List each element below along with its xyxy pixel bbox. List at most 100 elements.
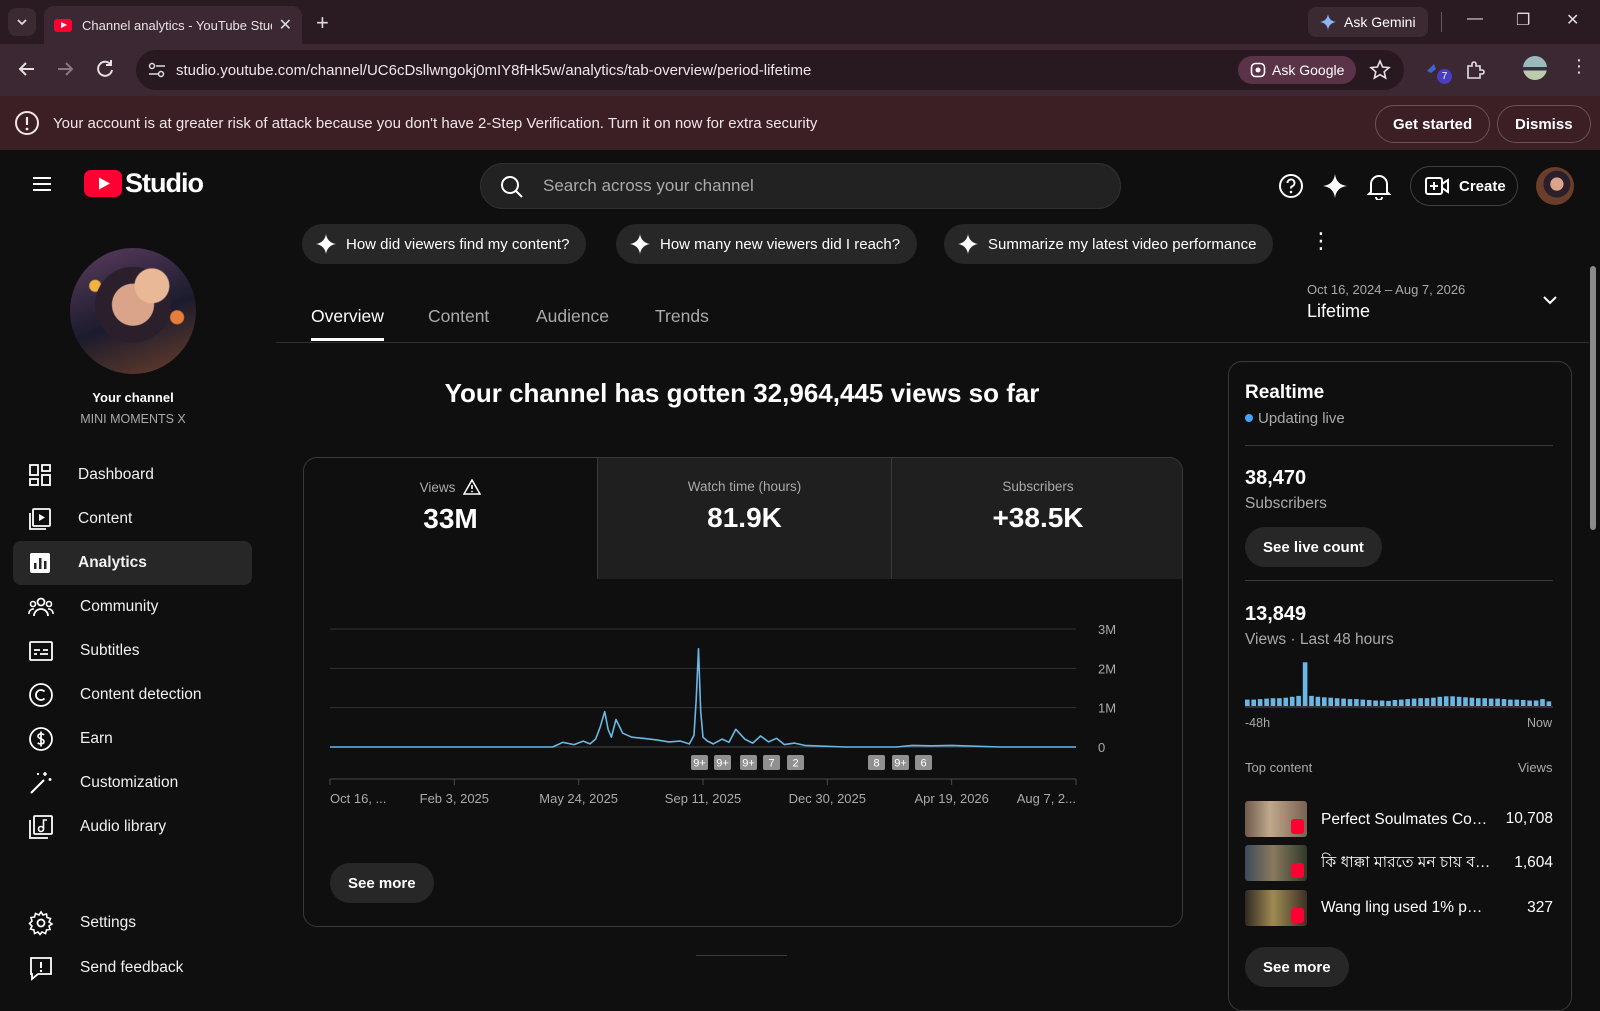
realtime-bar-chart[interactable] [1245, 660, 1553, 710]
views-line-chart[interactable]: 0 1M 2M 3M Oct 16, ... Feb 3, 2025 May 24, 202… [304, 579, 1183, 839]
ai-prompt-chip[interactable]: Summarize my latest video performance [944, 224, 1274, 264]
studio-logo[interactable]: Studio [84, 168, 204, 199]
hourly-bar[interactable] [1379, 700, 1385, 707]
sidebar-item-send-feedback[interactable]: Send feedback [13, 946, 252, 990]
hourly-bar[interactable] [1264, 698, 1269, 706]
ask-gemini-button[interactable]: Ask Gemini [1308, 7, 1428, 37]
tab-trends[interactable]: Trends [655, 306, 709, 327]
sidebar-item-subtitles[interactable]: Subtitles [13, 629, 252, 673]
hourly-bar[interactable] [1354, 699, 1359, 706]
create-button[interactable]: Create [1410, 166, 1518, 206]
metric-tab-watch-time[interactable]: Watch time (hours) 81.9K [598, 458, 891, 579]
hourly-bar[interactable] [1482, 698, 1487, 706]
hourly-bar[interactable] [1245, 699, 1250, 706]
hourly-bar[interactable] [1302, 662, 1308, 706]
hourly-bar[interactable] [1373, 700, 1378, 707]
hourly-bar[interactable] [1341, 698, 1346, 706]
dismiss-button[interactable]: Dismiss [1497, 105, 1591, 143]
profile-avatar[interactable] [1523, 56, 1547, 80]
tab-overview[interactable]: Overview [311, 306, 384, 327]
help-icon[interactable] [1278, 173, 1304, 199]
hourly-bar[interactable] [1328, 697, 1333, 706]
hourly-bar[interactable] [1289, 696, 1295, 706]
hourly-bar[interactable] [1424, 698, 1430, 706]
hourly-bar[interactable] [1508, 699, 1513, 706]
hourly-bar[interactable] [1251, 699, 1256, 706]
hourly-bar[interactable] [1277, 698, 1282, 706]
hourly-bar[interactable] [1527, 700, 1532, 707]
sidebar-item-content-detection[interactable]: Content detection [13, 673, 252, 717]
get-started-button[interactable]: Get started [1375, 105, 1491, 143]
address-bar[interactable]: studio.youtube.com/channel/UC6cDsllwngok… [136, 50, 1404, 90]
hourly-bar[interactable] [1533, 700, 1539, 707]
hourly-bar[interactable] [1386, 700, 1391, 706]
extensions-puzzle-icon[interactable] [1464, 59, 1486, 81]
hourly-bar[interactable] [1443, 696, 1449, 706]
hourly-bar[interactable] [1463, 697, 1468, 706]
more-options-icon[interactable]: ⋮ [1310, 228, 1332, 254]
hourly-bar[interactable] [1476, 698, 1481, 706]
channel-avatar[interactable] [70, 248, 196, 374]
sidebar-item-content[interactable]: Content [13, 497, 252, 541]
hourly-bar[interactable] [1456, 696, 1462, 706]
browser-menu-icon[interactable]: ⋮ [1570, 56, 1588, 77]
tab-search-button[interactable] [8, 8, 36, 36]
back-icon[interactable] [16, 58, 38, 80]
ai-sparkle-icon[interactable] [1322, 173, 1348, 199]
hourly-bar[interactable] [1309, 695, 1314, 706]
metric-tab-views[interactable]: Views 33M [304, 458, 597, 579]
top-content-row[interactable]: Wang ling used 1% power to save them 327 [1245, 890, 1553, 926]
top-content-row[interactable]: Perfect Soulmates Couple's story 💕 10,70… [1245, 801, 1553, 837]
hourly-bar[interactable] [1347, 699, 1353, 706]
top-content-see-more-button[interactable]: See more [1245, 947, 1349, 987]
hourly-bar[interactable] [1270, 698, 1276, 706]
sidebar-item-dashboard[interactable]: Dashboard [13, 453, 252, 497]
notifications-bell-icon[interactable] [1366, 172, 1392, 200]
close-tab-icon[interactable]: ✕ [279, 15, 292, 35]
hourly-bar[interactable] [1334, 698, 1340, 706]
hourly-bar[interactable] [1418, 698, 1423, 706]
sidebar-item-settings[interactable]: Settings [13, 901, 252, 945]
hamburger-menu-icon[interactable] [30, 172, 54, 196]
hourly-bar[interactable] [1399, 699, 1404, 706]
sidebar-item-customization[interactable]: Customization [13, 761, 252, 805]
hourly-bar[interactable] [1322, 697, 1327, 706]
see-live-count-button[interactable]: See live count [1245, 527, 1382, 567]
hourly-bar[interactable] [1315, 696, 1321, 706]
browser-tab-active[interactable]: Channel analytics - YouTube Studio ✕ [44, 6, 302, 44]
sidebar-item-community[interactable]: Community [13, 585, 252, 629]
search-input[interactable]: Search across your channel [480, 163, 1121, 209]
site-info-icon[interactable] [148, 62, 166, 78]
hourly-bar[interactable] [1514, 699, 1520, 706]
hourly-bar[interactable] [1431, 697, 1436, 706]
hourly-bar[interactable] [1495, 698, 1500, 706]
forward-icon[interactable] [54, 58, 76, 80]
sidebar-item-earn[interactable]: Earn [13, 717, 252, 761]
tab-audience[interactable]: Audience [536, 306, 609, 327]
sidebar-item-audio-library[interactable]: Audio library [13, 805, 252, 849]
hourly-bar[interactable] [1366, 700, 1372, 706]
account-avatar[interactable] [1536, 167, 1574, 205]
hourly-bar[interactable] [1546, 701, 1552, 706]
page-scrollbar[interactable] [1590, 266, 1596, 530]
hourly-bar[interactable] [1283, 697, 1289, 706]
see-more-button[interactable]: See more [330, 863, 434, 903]
hourly-bar[interactable] [1405, 699, 1410, 706]
hourly-bar[interactable] [1540, 699, 1545, 706]
hourly-bar[interactable] [1469, 697, 1475, 706]
hourly-bar[interactable] [1411, 698, 1417, 706]
tab-content[interactable]: Content [428, 306, 489, 327]
metric-tab-subscribers[interactable]: Subscribers +38.5K [892, 458, 1182, 579]
sidebar-item-analytics[interactable]: Analytics [13, 541, 252, 585]
ask-google-button[interactable]: Ask Google [1238, 56, 1357, 84]
ai-prompt-chip[interactable]: How did viewers find my content? [302, 224, 587, 264]
reload-icon[interactable] [94, 58, 116, 80]
window-close-icon[interactable]: ✕ [1566, 10, 1579, 30]
extension-badge[interactable]: 7 [1425, 61, 1452, 84]
ai-prompt-chip[interactable]: How many new viewers did I reach? [616, 224, 918, 264]
hourly-bar[interactable] [1437, 696, 1443, 706]
warning-icon[interactable] [463, 479, 482, 495]
minimize-icon[interactable]: — [1467, 10, 1483, 28]
hourly-bar[interactable] [1501, 699, 1507, 706]
restore-icon[interactable]: ❐ [1516, 10, 1530, 30]
